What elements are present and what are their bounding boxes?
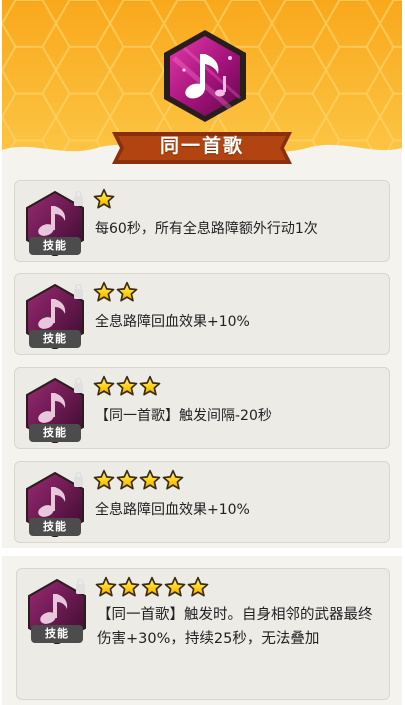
star-icon xyxy=(93,188,115,209)
upgrade-description: 【同一首歌】触发时。自身相邻的武器最终伤害+30%，持续25秒，无法叠加 xyxy=(97,607,373,647)
upgrade-card: 技能 全息路障回血效果+10% xyxy=(14,273,390,355)
skill-title: 同一首歌 xyxy=(159,135,244,157)
star-icon xyxy=(93,469,115,490)
skill-panel: 同一首歌 技能 每60秒，所有全息路障额外行动1次 技能 全息路障回血效果+10… xyxy=(2,0,402,548)
star-rating xyxy=(93,469,184,493)
star-icon xyxy=(116,469,138,490)
music-note-icon xyxy=(164,30,246,122)
lock-icon xyxy=(76,584,85,594)
star-rating xyxy=(95,576,209,600)
upgrade-description: 全息路障回血效果+10% xyxy=(95,502,250,518)
lock-icon xyxy=(74,289,83,299)
star-icon xyxy=(116,281,138,302)
star-icon xyxy=(141,576,163,597)
star-rating xyxy=(93,375,161,399)
lock-icon xyxy=(74,196,83,206)
star-icon xyxy=(164,576,186,597)
upgrade-card: 技能 每60秒，所有全息路障额外行动1次 xyxy=(14,180,390,262)
star-icon xyxy=(95,576,117,597)
skill-tag: 技能 xyxy=(31,625,83,643)
upgrade-description: 全息路障回血效果+10% xyxy=(95,314,250,330)
star-icon xyxy=(118,576,140,597)
star-icon xyxy=(93,375,115,396)
upgrade-description: 每60秒，所有全息路障额外行动1次 xyxy=(95,221,318,237)
skill-tag: 技能 xyxy=(29,237,81,255)
lock-icon xyxy=(74,383,83,393)
upgrade-description: 【同一首歌】触发间隔-20秒 xyxy=(95,408,272,424)
star-icon xyxy=(139,375,161,396)
star-icon xyxy=(93,281,115,302)
upgrade-card: 技能 【同一首歌】触发时。自身相邻的武器最终伤害+30%，持续25秒，无法叠加 xyxy=(16,568,390,700)
skill-panel-continued: 技能 【同一首歌】触发时。自身相邻的武器最终伤害+30%，持续25秒，无法叠加 xyxy=(2,556,402,705)
star-icon xyxy=(162,469,184,490)
star-icon xyxy=(187,576,209,597)
star-icon xyxy=(116,375,138,396)
skill-tag: 技能 xyxy=(29,330,81,348)
star-rating xyxy=(93,188,115,212)
skill-detail-page: 同一首歌 技能 每60秒，所有全息路障额外行动1次 技能 全息路障回血效果+10… xyxy=(0,0,405,705)
upgrade-card: 技能 【同一首歌】触发间隔-20秒 xyxy=(14,367,390,449)
skill-tag: 技能 xyxy=(29,424,81,442)
star-icon xyxy=(139,469,161,490)
lock-icon xyxy=(74,477,83,487)
skill-tag: 技能 xyxy=(29,518,81,536)
star-rating xyxy=(93,281,138,305)
upgrade-card: 技能 全息路障回血效果+10% xyxy=(14,461,390,543)
